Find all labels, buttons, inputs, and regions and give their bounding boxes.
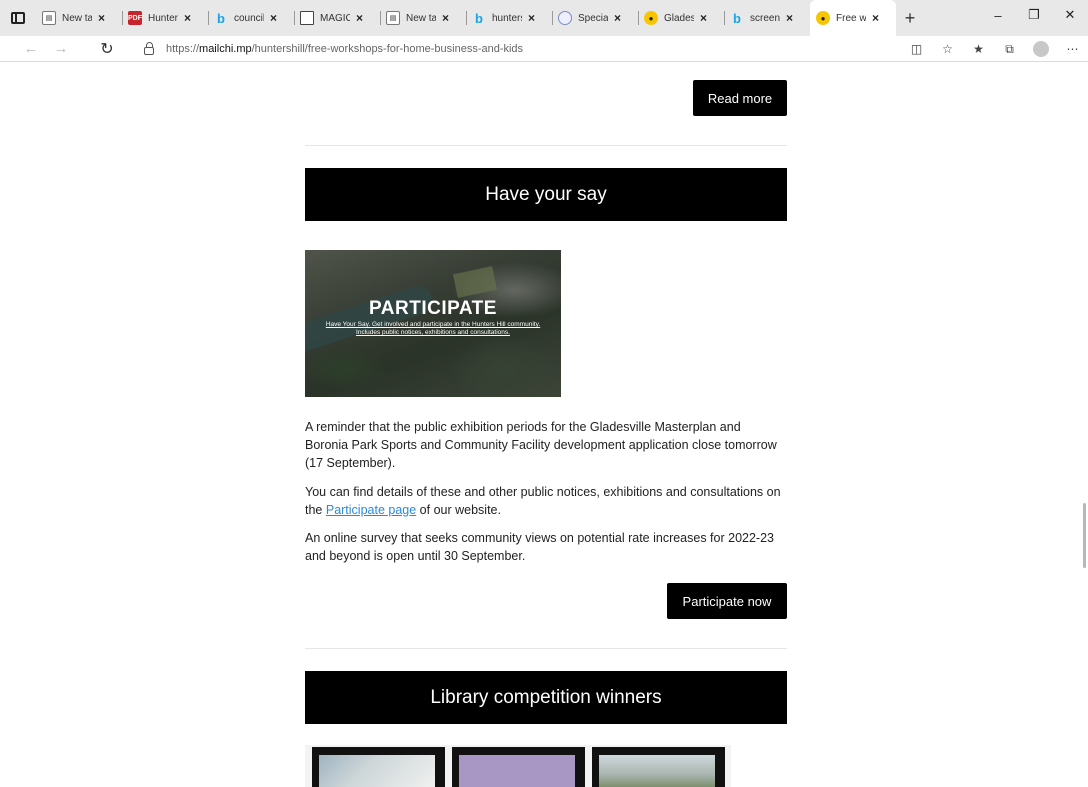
address-bar-row: ← → ↻ https://mailchi.mp/huntershill/fre…	[0, 36, 1088, 62]
tab-title: Hunters Hill	[148, 12, 178, 24]
browser-tab[interactable]: ● Gladesville ×	[638, 0, 724, 36]
tab-title: Gladesville	[664, 12, 694, 24]
browser-tab[interactable]: Special ×	[552, 0, 638, 36]
tab-separator	[208, 11, 209, 25]
winner-image-1[interactable]	[312, 747, 445, 787]
tab-separator	[122, 11, 123, 25]
tab-title: screen	[750, 12, 780, 24]
tab-title: Free w	[836, 12, 866, 24]
page-icon: ▤	[386, 11, 400, 25]
browser-tab[interactable]: MAGIC ×	[294, 0, 380, 36]
browser-toolbar-icons: ◫ ☆ ★ ⧉ ⋯	[901, 36, 1088, 62]
tab-title: council	[234, 12, 264, 24]
forward-button[interactable]: →	[46, 36, 76, 62]
close-tab-icon[interactable]: ×	[786, 11, 793, 25]
tab-separator	[552, 11, 553, 25]
browser-tab[interactable]: b hunters ×	[466, 0, 552, 36]
have-your-say-heading: Have your say	[305, 168, 787, 221]
winner-image-1-content	[319, 755, 435, 787]
tab-title: MAGIC	[320, 12, 350, 24]
collections-icon[interactable]: ⧉	[994, 36, 1025, 62]
close-tab-icon[interactable]: ×	[700, 11, 707, 25]
window-controls: – ❐ ✕	[980, 0, 1088, 30]
notices-paragraph: You can find details of these and other …	[305, 483, 787, 519]
mailchimp-icon: ●	[816, 11, 830, 25]
close-tab-icon[interactable]: ×	[614, 11, 621, 25]
winner-image-3-content	[599, 755, 715, 787]
favorites-icon[interactable]: ★	[963, 36, 994, 62]
browser-tab[interactable]: b screen ×	[724, 0, 810, 36]
close-tab-icon[interactable]: ×	[98, 11, 105, 25]
section-divider	[305, 648, 787, 649]
profile-avatar[interactable]	[1033, 41, 1049, 57]
bing-icon: b	[475, 10, 483, 26]
url-path: /huntershill/free-workshops-for-home-bus…	[251, 43, 524, 55]
browser-tab[interactable]: ▤ New tab ×	[380, 0, 466, 36]
browser-tab[interactable]: ● Free w ×	[810, 0, 896, 36]
url-field[interactable]: https://mailchi.mp/huntershill/free-work…	[132, 38, 868, 60]
url-host: mailchi.mp	[199, 43, 252, 55]
page-icon: ▤	[42, 11, 56, 25]
tab-strip: ▤ New tab × PDF Hunters Hill × b council × MAGIC ×…	[36, 0, 896, 36]
tab-actions-icon	[11, 12, 25, 24]
close-window-button[interactable]: ✕	[1052, 0, 1088, 30]
browser-tab-bar: ▤ New tab × PDF Hunters Hill × b council × MAGIC ×…	[0, 0, 1088, 36]
tab-separator	[724, 11, 725, 25]
back-button[interactable]: ←	[16, 36, 46, 62]
page-viewport: Read more Have your say PARTICIPATE Have…	[0, 63, 1088, 787]
read-more-button[interactable]: Read more	[693, 80, 787, 116]
competition-thumbnails	[305, 745, 731, 787]
exhibition-reminder-paragraph: A reminder that the public exhibition pe…	[305, 420, 777, 470]
winner-image-2[interactable]	[452, 747, 585, 787]
participate-now-button[interactable]: Participate now	[667, 583, 787, 619]
bing-icon: b	[733, 10, 741, 26]
bing-icon: b	[217, 10, 225, 26]
library-competition-heading: Library competition winners	[305, 671, 787, 724]
reading-view-icon[interactable]: ◫	[901, 36, 932, 62]
tab-actions-menu[interactable]	[0, 0, 36, 36]
survey-paragraph: An online survey that seeks community vi…	[305, 531, 774, 563]
section-divider	[305, 145, 787, 146]
tab-separator	[294, 11, 295, 25]
participate-page-link[interactable]: Participate page	[326, 503, 416, 517]
page-scrollbar-thumb[interactable]	[1083, 503, 1086, 568]
browser-tab[interactable]: PDF Hunters Hill ×	[122, 0, 208, 36]
browser-tab[interactable]: ▤ New tab ×	[36, 0, 122, 36]
lock-icon	[144, 42, 154, 55]
winner-image-2-content	[459, 755, 575, 787]
add-favorite-icon[interactable]: ☆	[932, 36, 963, 62]
close-tab-icon[interactable]: ×	[528, 11, 535, 25]
close-tab-icon[interactable]: ×	[184, 11, 191, 25]
browser-tab[interactable]: b council ×	[208, 0, 294, 36]
participate-banner-image[interactable]: PARTICIPATE Have Your Say. Get involved …	[305, 250, 561, 397]
close-tab-icon[interactable]: ×	[270, 11, 277, 25]
more-menu-icon[interactable]: ⋯	[1057, 36, 1088, 62]
tab-separator	[638, 11, 639, 25]
close-tab-icon[interactable]: ×	[872, 11, 879, 25]
tab-separator	[380, 11, 381, 25]
winner-image-3[interactable]	[592, 747, 725, 787]
tab-title: Special	[578, 12, 608, 24]
tab-title: New tab	[406, 12, 436, 24]
new-tab-button[interactable]: +	[896, 0, 924, 36]
tab-title: New tab	[62, 12, 92, 24]
tab-separator	[466, 11, 467, 25]
hero-title: PARTICIPATE	[369, 298, 497, 319]
url-prefix: https://	[166, 43, 200, 55]
restore-button[interactable]: ❐	[1016, 0, 1052, 30]
hero-subtitle: Have Your Say. Get involved and particip…	[325, 321, 541, 336]
refresh-button[interactable]: ↻	[92, 36, 122, 62]
close-tab-icon[interactable]: ×	[442, 11, 449, 25]
document-icon	[300, 11, 314, 25]
globe-icon	[558, 11, 572, 25]
close-tab-icon[interactable]: ×	[356, 11, 363, 25]
pdf-icon: PDF	[128, 11, 142, 25]
minimize-button[interactable]: –	[980, 0, 1016, 30]
tab-title: hunters	[492, 12, 522, 24]
mailchimp-icon: ●	[644, 11, 658, 25]
notices-text-after: of our website.	[416, 503, 501, 517]
